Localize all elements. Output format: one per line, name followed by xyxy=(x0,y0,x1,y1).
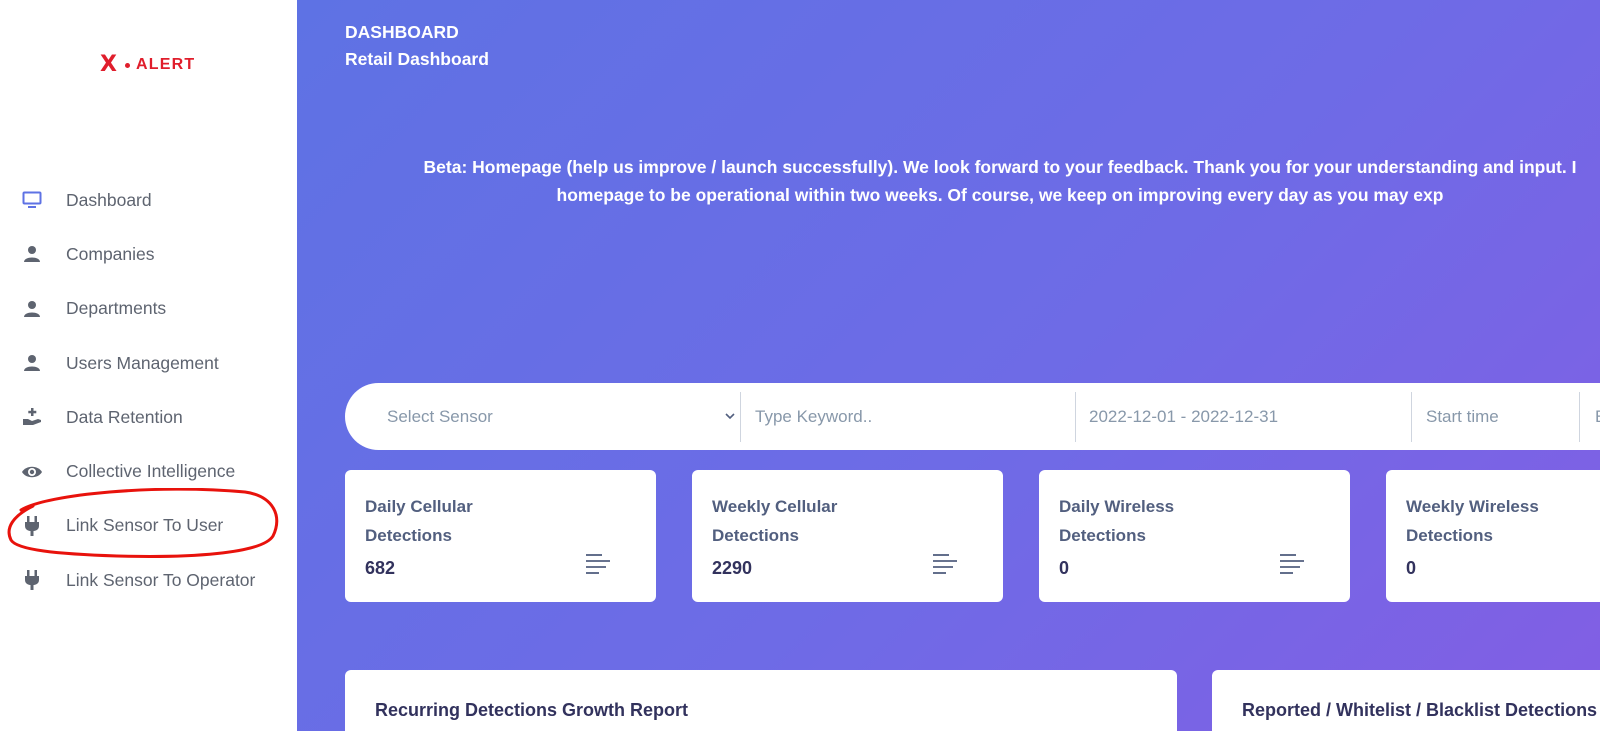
stat-card-value: 0 xyxy=(1059,558,1070,578)
hand-plus-icon xyxy=(21,406,43,428)
stat-card-title: Weekly Wireless Detections xyxy=(1406,492,1539,550)
panel-title: Recurring Detections Growth Report xyxy=(375,700,689,720)
keyword-input[interactable]: Type Keyword.. xyxy=(755,383,1075,450)
recurring-detections-panel: Recurring Detections Growth Report xyxy=(345,670,1177,731)
reported-detections-panel: Reported / Whitelist / Blacklist Detecti… xyxy=(1212,670,1600,731)
divider xyxy=(1075,392,1076,442)
sidebar-item-users-management[interactable]: Users Management xyxy=(0,336,297,390)
page-title: Retail Dashboard xyxy=(345,49,489,69)
sidebar-item-label: Dashboard xyxy=(66,189,152,210)
logo-mark: X xyxy=(100,52,117,77)
sidebar-item-label: Collective Intelligence xyxy=(66,461,236,482)
main-content: DASHBOARD Retail Dashboard Beta: Homepag… xyxy=(297,0,1600,731)
eye-icon xyxy=(21,461,43,483)
stat-card-title-line: Daily Wireless xyxy=(1059,497,1175,516)
sensor-select-value: Select Sensor xyxy=(387,406,493,426)
date-range-input[interactable]: 2022-12-01 - 2022-12-31 xyxy=(1089,383,1409,450)
panel-title: Reported / Whitelist / Blacklist Detecti… xyxy=(1242,700,1598,720)
stat-card-title-line: Detections xyxy=(712,526,799,545)
divider xyxy=(1411,392,1412,442)
divider xyxy=(740,392,741,442)
sidebar-item-companies[interactable]: Companies xyxy=(0,227,297,281)
align-left-icon[interactable] xyxy=(585,552,611,576)
keyword-input-placeholder: Type Keyword.. xyxy=(755,406,873,426)
end-time-input[interactable]: E xyxy=(1595,383,1600,450)
sidebar-item-data-retention[interactable]: Data Retention xyxy=(0,390,297,444)
sidebar-item-dashboard[interactable]: Dashboard xyxy=(0,173,297,227)
sidebar-nav: Dashboard Companies Departments Users Ma… xyxy=(0,173,297,607)
start-time-input[interactable]: Start time xyxy=(1426,383,1586,450)
sidebar: X ALERT Dashboard Companies Departments xyxy=(0,0,297,731)
stat-card-value: 2290 xyxy=(712,558,753,578)
beta-notice-line: Beta: Homepage (help us improve / launch… xyxy=(423,157,1577,177)
stat-card-title-line: Weekly Cellular xyxy=(712,497,838,516)
beta-notice: Beta: Homepage (help us improve / launch… xyxy=(345,153,1600,209)
stat-card-weekly-cellular: Weekly Cellular Detections 2290 xyxy=(692,470,1003,602)
monitor-icon xyxy=(21,189,43,211)
user-icon xyxy=(21,243,43,265)
stat-card-title-line: Detections xyxy=(1059,526,1146,545)
end-time-placeholder: E xyxy=(1595,407,1600,427)
stat-card-daily-cellular: Daily Cellular Detections 682 xyxy=(345,470,656,602)
logo-text: ALERT xyxy=(135,56,196,73)
stat-card-value: 0 xyxy=(1406,558,1417,578)
logo-dot xyxy=(124,62,130,68)
filter-bar: Select Sensor Type Keyword.. 2022-12-01 … xyxy=(345,383,1600,450)
sidebar-item-link-sensor-to-operator[interactable]: Link Sensor To Operator xyxy=(0,553,297,607)
plug-icon xyxy=(21,569,43,591)
stat-card-title-line: Weekly Wireless xyxy=(1406,497,1539,516)
user-icon xyxy=(21,352,43,374)
brand-logo[interactable]: X ALERT xyxy=(100,52,195,78)
sidebar-item-label: Link Sensor To User xyxy=(66,515,224,536)
align-left-icon[interactable] xyxy=(932,552,958,576)
align-left-icon[interactable] xyxy=(1279,552,1305,576)
stat-card-title-line: Detections xyxy=(1406,526,1493,545)
chevron-down-icon[interactable] xyxy=(724,410,736,422)
sidebar-item-label: Departments xyxy=(66,298,167,319)
date-range-value: 2022-12-01 - 2022-12-31 xyxy=(1089,406,1279,426)
stat-card-title-line: Detections xyxy=(365,526,452,545)
stat-card-title: Weekly Cellular Detections xyxy=(712,492,837,550)
breadcrumb[interactable]: DASHBOARD xyxy=(345,22,459,43)
stat-card-title: Daily Cellular Detections xyxy=(365,492,473,550)
sensor-select[interactable]: Select Sensor xyxy=(387,383,727,450)
sidebar-item-label: Data Retention xyxy=(66,406,183,427)
stat-card-title-line: Daily Cellular xyxy=(365,497,473,516)
sidebar-item-label: Users Management xyxy=(66,352,219,373)
stat-card-daily-wireless: Daily Wireless Detections 0 xyxy=(1039,470,1350,602)
user-icon xyxy=(21,298,43,320)
sidebar-item-link-sensor-to-user[interactable]: Link Sensor To User xyxy=(0,499,297,553)
divider xyxy=(1579,392,1580,442)
sidebar-item-departments[interactable]: Departments xyxy=(0,282,297,336)
plug-icon xyxy=(21,515,43,537)
stat-card-weekly-wireless: Weekly Wireless Detections 0 xyxy=(1386,470,1600,602)
stat-card-value: 682 xyxy=(365,558,396,578)
sidebar-item-collective-intelligence[interactable]: Collective Intelligence xyxy=(0,444,297,498)
stat-card-title: Daily Wireless Detections xyxy=(1059,492,1174,550)
beta-notice-line: homepage to be operational within two we… xyxy=(556,185,1444,205)
start-time-placeholder: Start time xyxy=(1426,406,1499,426)
sidebar-item-label: Link Sensor To Operator xyxy=(66,569,256,590)
sidebar-item-label: Companies xyxy=(66,243,155,264)
